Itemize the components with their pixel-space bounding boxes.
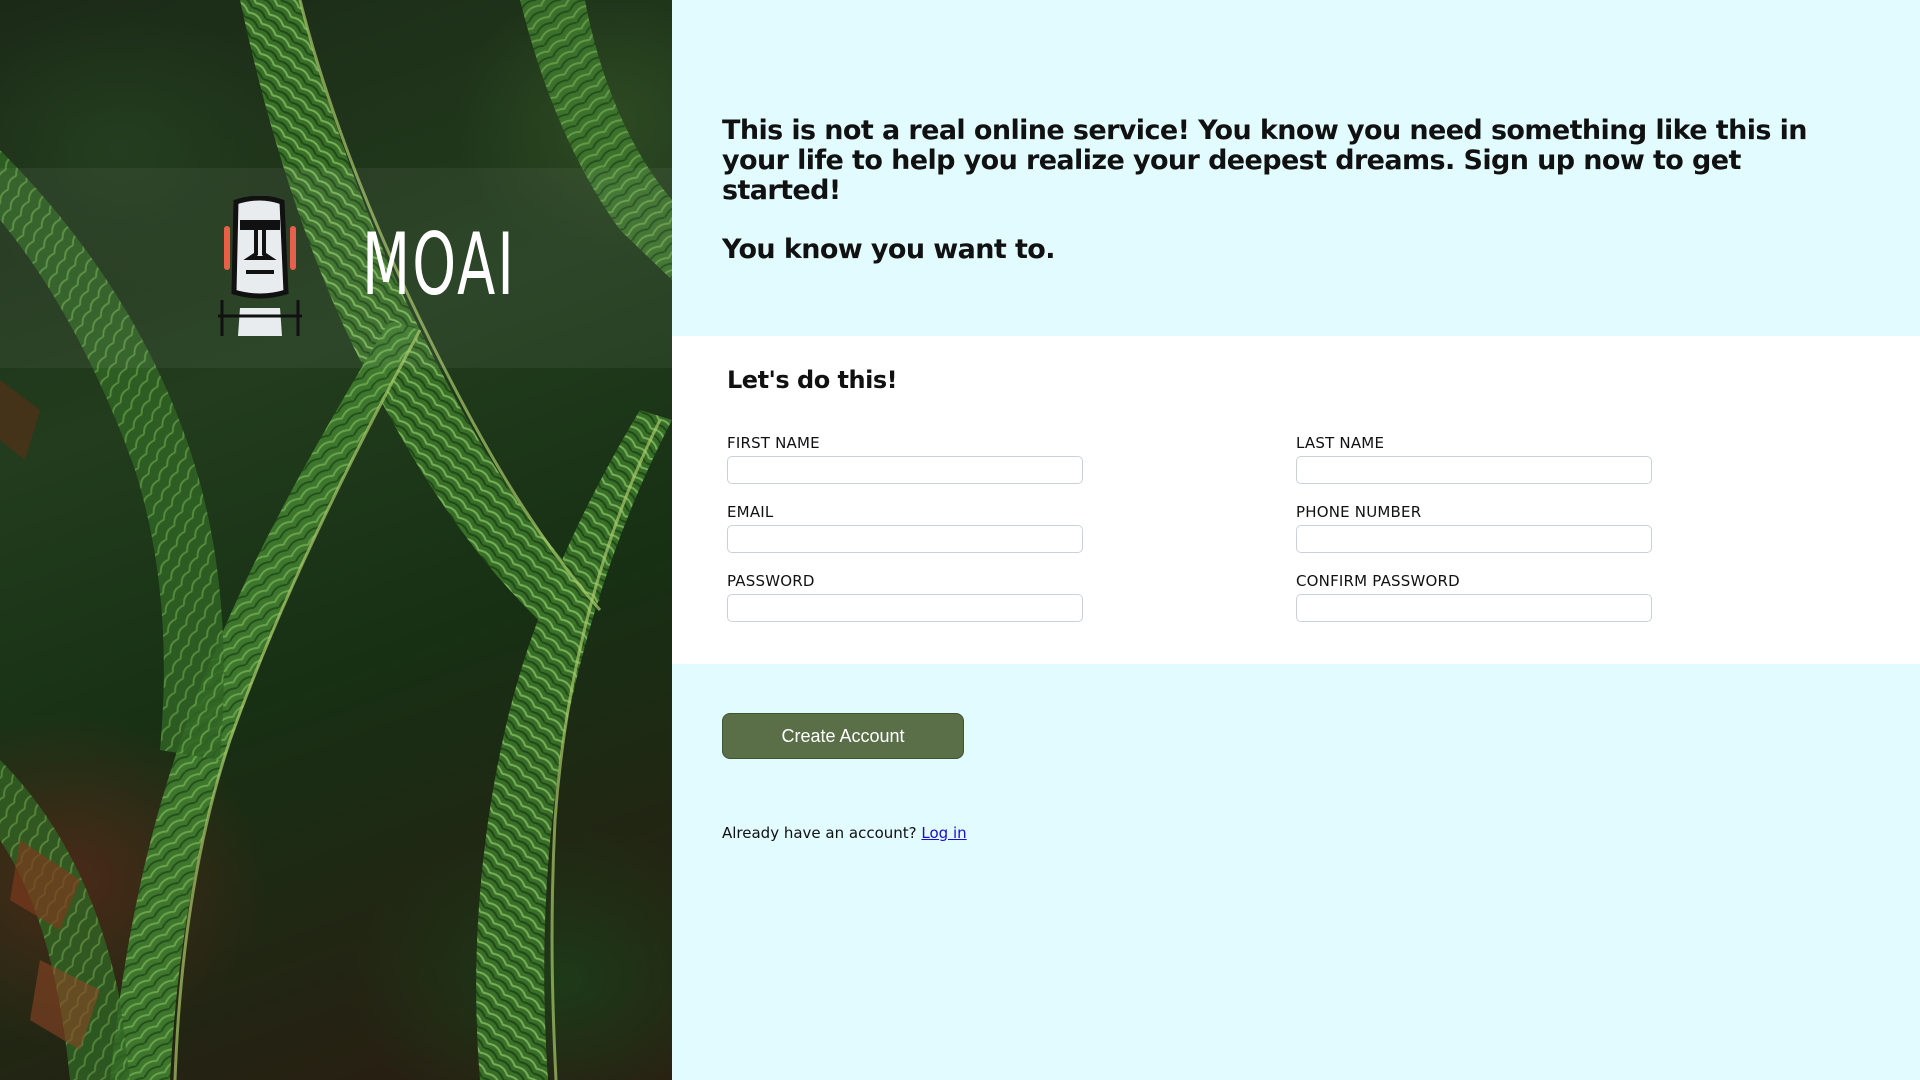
login-prompt-text: Already have an account? bbox=[722, 824, 917, 842]
logo-band bbox=[0, 168, 672, 368]
phone-label: PHONE NUMBER bbox=[1296, 503, 1422, 521]
last-name-label: LAST NAME bbox=[1296, 434, 1385, 452]
email-group: EMAIL bbox=[727, 503, 1083, 553]
brand-name: MOAI bbox=[362, 215, 516, 315]
first-name-group: FIRST NAME bbox=[727, 434, 1083, 484]
confirm-password-group: CONFIRM PASSWORD bbox=[1296, 572, 1652, 622]
confirm-password-input[interactable] bbox=[1296, 594, 1652, 622]
confirm-password-label: CONFIRM PASSWORD bbox=[1296, 572, 1460, 590]
first-name-input[interactable] bbox=[727, 456, 1083, 484]
first-name-label: FIRST NAME bbox=[727, 434, 820, 452]
last-name-input[interactable] bbox=[1296, 456, 1652, 484]
login-link[interactable]: Log in bbox=[921, 824, 966, 842]
intro-tagline: You know you want to. bbox=[722, 234, 1055, 265]
moai-statue-icon bbox=[218, 196, 302, 336]
login-prompt: Already have an account? Log in bbox=[722, 824, 967, 842]
fern-background-image bbox=[0, 0, 672, 1080]
email-input[interactable] bbox=[727, 525, 1083, 553]
email-label: EMAIL bbox=[727, 503, 774, 521]
intro-text: This is not a real online service! You k… bbox=[722, 116, 1822, 265]
create-account-button[interactable]: Create Account bbox=[722, 713, 964, 759]
form-heading: Let's do this! bbox=[727, 366, 898, 394]
password-group: PASSWORD bbox=[727, 572, 1083, 622]
phone-input[interactable] bbox=[1296, 525, 1652, 553]
signup-form: Let's do this! FIRST NAME LAST NAME EMAI… bbox=[672, 336, 1920, 664]
last-name-group: LAST NAME bbox=[1296, 434, 1652, 484]
signup-panel: This is not a real online service! You k… bbox=[672, 0, 1920, 1080]
password-input[interactable] bbox=[727, 594, 1083, 622]
hero-image-panel: MOAI bbox=[0, 0, 672, 1080]
intro-paragraph: This is not a real online service! You k… bbox=[722, 115, 1808, 206]
password-label: PASSWORD bbox=[727, 572, 815, 590]
phone-group: PHONE NUMBER bbox=[1296, 503, 1652, 553]
